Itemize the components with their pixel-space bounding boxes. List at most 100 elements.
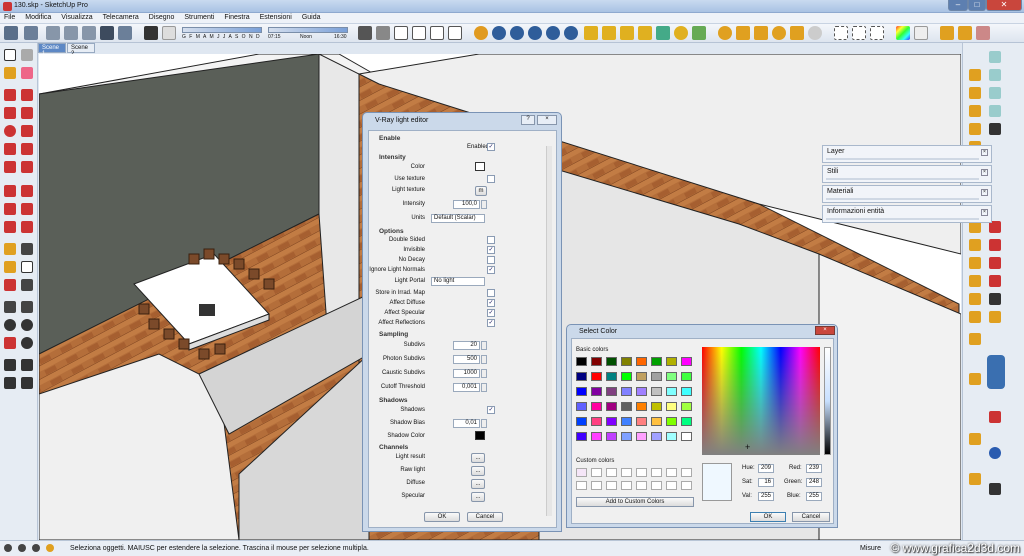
basic-color-swatch[interactable] bbox=[576, 372, 587, 381]
basic-color-swatch[interactable] bbox=[666, 387, 677, 396]
basic-color-swatch[interactable] bbox=[636, 387, 647, 396]
basic-color-swatch[interactable] bbox=[606, 432, 617, 441]
sat-input[interactable]: 16 bbox=[758, 478, 774, 487]
basic-color-swatch[interactable] bbox=[606, 357, 617, 366]
basic-color-swatch[interactable] bbox=[576, 402, 587, 411]
3d-text-icon[interactable] bbox=[21, 279, 33, 291]
basic-color-swatch[interactable] bbox=[621, 432, 632, 441]
tray-entity-info[interactable]: Informazioni entità × bbox=[822, 205, 992, 223]
omni-light-icon[interactable] bbox=[718, 26, 732, 40]
proxy-icon[interactable] bbox=[692, 26, 706, 40]
month-slider[interactable] bbox=[182, 27, 262, 33]
checkbox-store-irrad[interactable] bbox=[487, 289, 495, 297]
subdivs-input[interactable]: 20 bbox=[453, 341, 480, 350]
tab-scene-2[interactable]: Scene 2 bbox=[67, 43, 95, 57]
cutoff-input[interactable]: 0,001 bbox=[453, 383, 480, 392]
blue-input[interactable]: 255 bbox=[806, 492, 822, 501]
basic-color-swatch[interactable] bbox=[576, 417, 587, 426]
zoom-window-icon[interactable] bbox=[21, 319, 33, 331]
light-icon[interactable] bbox=[638, 26, 652, 40]
vray-ok-button[interactable]: OK bbox=[424, 512, 460, 522]
add-custom-color-button[interactable]: Add to Custom Colors bbox=[576, 497, 694, 507]
basic-color-swatch[interactable] bbox=[606, 402, 617, 411]
basic-color-swatch[interactable] bbox=[666, 357, 677, 366]
house-icon[interactable] bbox=[412, 26, 426, 40]
house-icon[interactable] bbox=[394, 26, 408, 40]
custom-color-swatch[interactable] bbox=[591, 481, 602, 490]
tool-icon[interactable] bbox=[989, 257, 1001, 269]
zoom-icon[interactable] bbox=[4, 319, 16, 331]
basic-color-swatch[interactable] bbox=[651, 372, 662, 381]
tool-icon[interactable] bbox=[989, 411, 1001, 423]
view-top-icon[interactable] bbox=[64, 26, 78, 40]
previous-view-icon[interactable] bbox=[21, 337, 33, 349]
protractor-icon[interactable] bbox=[4, 261, 16, 273]
basic-color-swatch[interactable] bbox=[591, 357, 602, 366]
pan-icon[interactable] bbox=[21, 301, 33, 313]
basic-color-swatch[interactable] bbox=[636, 402, 647, 411]
basic-color-swatch[interactable] bbox=[606, 372, 617, 381]
checkbox-affect-specular[interactable]: ✓ bbox=[487, 309, 495, 317]
tool-icon[interactable] bbox=[969, 257, 981, 269]
help-icon[interactable] bbox=[989, 447, 1001, 459]
light-result-button[interactable]: ... bbox=[471, 453, 485, 463]
luminance-slider[interactable] bbox=[824, 347, 831, 455]
close-button[interactable]: ✕ bbox=[986, 0, 1022, 11]
arc-icon[interactable] bbox=[21, 143, 33, 155]
warehouse-icon[interactable] bbox=[358, 26, 372, 40]
sandbox-icon[interactable] bbox=[969, 69, 981, 81]
vray-options-icon[interactable] bbox=[492, 26, 506, 40]
select-icon[interactable] bbox=[870, 26, 884, 40]
custom-color-swatch[interactable] bbox=[636, 481, 647, 490]
scale-icon[interactable] bbox=[4, 221, 16, 233]
basic-color-swatch[interactable] bbox=[636, 357, 647, 366]
red-input[interactable]: 239 bbox=[806, 464, 822, 473]
arc-icon[interactable] bbox=[4, 161, 16, 173]
basic-color-swatch[interactable] bbox=[621, 357, 632, 366]
color-cancel-button[interactable]: Cancel bbox=[792, 512, 830, 522]
fog-icon[interactable] bbox=[162, 26, 176, 40]
photon-subdivs-spinner[interactable] bbox=[481, 355, 487, 364]
status-icon[interactable] bbox=[18, 544, 26, 552]
custom-color-swatch[interactable] bbox=[621, 468, 632, 477]
axes-icon[interactable] bbox=[4, 279, 16, 291]
solid-icon[interactable] bbox=[989, 105, 1001, 117]
box-icon[interactable] bbox=[940, 26, 954, 40]
solid-icon[interactable] bbox=[989, 51, 1001, 63]
tool-icon[interactable] bbox=[969, 433, 981, 445]
sphere-icon[interactable] bbox=[808, 26, 822, 40]
basic-color-swatch[interactable] bbox=[636, 372, 647, 381]
vray-batch-icon[interactable] bbox=[546, 26, 560, 40]
basic-color-swatch[interactable] bbox=[621, 387, 632, 396]
color-close-button[interactable]: × bbox=[815, 326, 835, 335]
house-icon[interactable] bbox=[430, 26, 444, 40]
view-front-icon[interactable] bbox=[82, 26, 96, 40]
time-slider[interactable] bbox=[268, 27, 348, 33]
basic-color-swatch[interactable] bbox=[606, 387, 617, 396]
checkbox-invisible[interactable]: ✓ bbox=[487, 246, 495, 254]
status-icon[interactable] bbox=[4, 544, 12, 552]
caustic-subdivs-spinner[interactable] bbox=[481, 369, 487, 378]
diffuse-button[interactable]: ... bbox=[471, 479, 485, 489]
select-icon[interactable] bbox=[852, 26, 866, 40]
checkbox-use-texture[interactable] bbox=[487, 175, 495, 183]
help-icon[interactable] bbox=[46, 544, 54, 552]
checkbox-no-decay[interactable] bbox=[487, 256, 495, 264]
move-icon[interactable] bbox=[4, 185, 16, 197]
freehand-icon[interactable] bbox=[21, 89, 33, 101]
skin-xy-bub-icon[interactable] bbox=[987, 355, 1005, 389]
color-spectrum[interactable] bbox=[702, 347, 820, 455]
rotate-icon[interactable] bbox=[4, 203, 16, 215]
push-pull-icon[interactable] bbox=[21, 185, 33, 197]
basic-color-swatch[interactable] bbox=[591, 432, 602, 441]
tray-close-icon[interactable]: × bbox=[981, 209, 988, 216]
basic-color-swatch[interactable] bbox=[591, 387, 602, 396]
tool-icon[interactable] bbox=[4, 26, 18, 40]
dimension-icon[interactable] bbox=[21, 243, 33, 255]
sun-icon[interactable] bbox=[674, 26, 688, 40]
custom-color-swatch[interactable] bbox=[576, 481, 587, 490]
box-icon[interactable] bbox=[976, 26, 990, 40]
menu-file[interactable]: File bbox=[0, 13, 19, 22]
offset-icon[interactable] bbox=[21, 221, 33, 233]
basic-color-swatch[interactable] bbox=[681, 357, 692, 366]
